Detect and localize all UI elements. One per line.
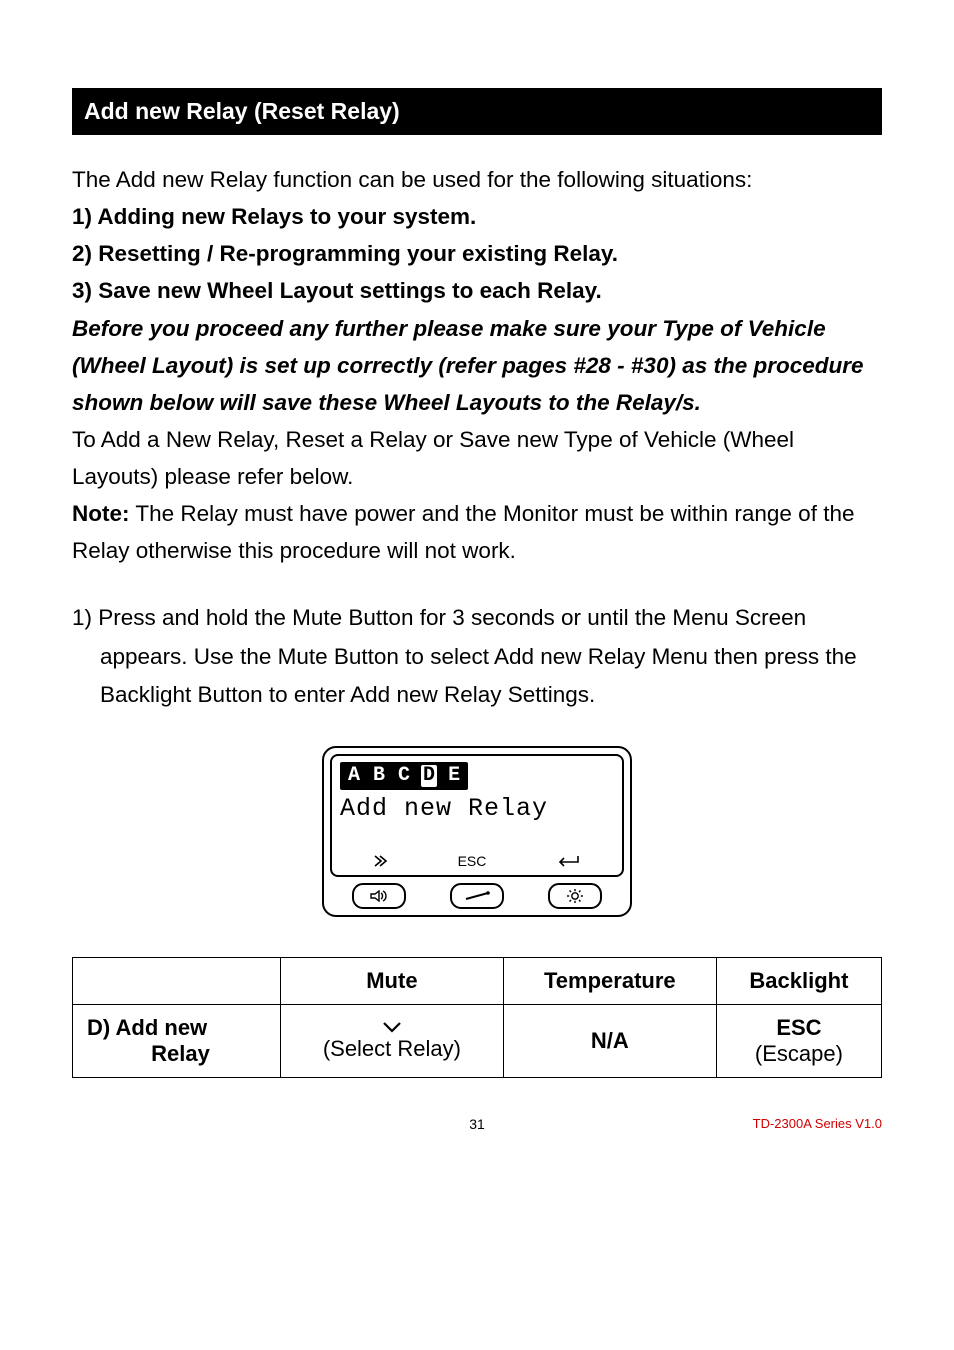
lcd-illustration: A B C D E Add new Relay ESC: [72, 746, 882, 917]
table-row: D) Add new Relay (Select Relay) N/A ESC …: [73, 1005, 882, 1078]
step-1: 1) Press and hold the Mute Button for 3 …: [72, 599, 882, 714]
backlight-button-icon: [548, 883, 602, 909]
lcd-tab-c: C: [396, 765, 412, 787]
cell-rowlabel: D) Add new Relay: [73, 1005, 281, 1078]
chevron-down-icon: [287, 1020, 497, 1034]
page-number: 31: [469, 1116, 485, 1132]
th-blank: [73, 958, 281, 1005]
doc-version: TD-2300A Series V1.0: [753, 1116, 882, 1131]
function-table: Mute Temperature Backlight D) Add new Re…: [72, 957, 882, 1078]
th-temperature: Temperature: [503, 958, 716, 1005]
page-footer: 31 TD-2300A Series V1.0: [72, 1116, 882, 1132]
mute-button-icon: [352, 883, 406, 909]
hardware-buttons: [330, 883, 624, 909]
situation-1: 1) Adding new Relays to your system.: [72, 198, 882, 235]
th-backlight: Backlight: [716, 958, 881, 1005]
cell-backlight: ESC (Escape): [716, 1005, 881, 1078]
situation-3: 3) Save new Wheel Layout settings to eac…: [72, 272, 882, 309]
note-label: Note:: [72, 501, 130, 526]
lcd-screen: A B C D E Add new Relay ESC: [330, 754, 624, 877]
situation-2: 2) Resetting / Re-programming your exist…: [72, 235, 882, 272]
warning-paragraph: Before you proceed any further please ma…: [72, 310, 882, 421]
body-text: The Add new Relay function can be used f…: [72, 161, 882, 569]
after-warning: To Add a New Relay, Reset a Relay or Sav…: [72, 421, 882, 495]
lcd-tab-d: D: [421, 765, 437, 787]
lcd-hint-esc: ESC: [458, 853, 487, 869]
table-header-row: Mute Temperature Backlight: [73, 958, 882, 1005]
lcd-tab-a: A: [346, 765, 362, 787]
lcd-hints: ESC: [340, 853, 614, 873]
lcd-tab-e: E: [446, 765, 462, 787]
cell-temperature: N/A: [503, 1005, 716, 1078]
cell-mute: (Select Relay): [281, 1005, 504, 1078]
lcd-title: Add new Relay: [340, 794, 614, 823]
step-1-continued: appears. Use the Mute Button to select A…: [100, 638, 882, 715]
section-header: Add new Relay (Reset Relay): [72, 88, 882, 135]
temperature-button-icon: [450, 883, 504, 909]
note-paragraph: Note: The Relay must have power and the …: [72, 495, 882, 569]
th-mute: Mute: [281, 958, 504, 1005]
forward-icon: [374, 854, 390, 868]
step-1-start: 1) Press and hold the Mute Button for 3 …: [72, 605, 806, 630]
enter-icon: [554, 854, 580, 868]
note-body: The Relay must have power and the Monito…: [72, 501, 854, 563]
lcd-tab-b: B: [371, 765, 387, 787]
lcd-device: A B C D E Add new Relay ESC: [322, 746, 632, 917]
lcd-tabs: A B C D E: [340, 762, 468, 790]
intro-line: The Add new Relay function can be used f…: [72, 161, 882, 198]
